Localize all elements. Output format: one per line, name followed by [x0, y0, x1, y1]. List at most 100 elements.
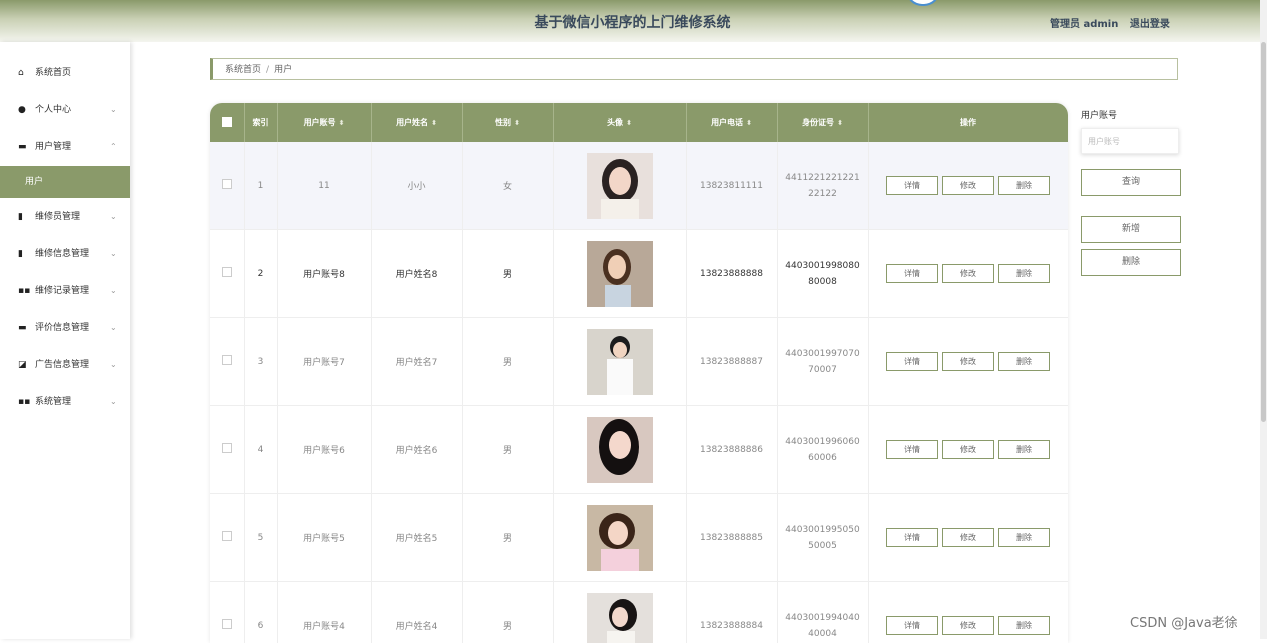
- col-phone[interactable]: 用户电话⬍: [686, 103, 777, 142]
- detail-button[interactable]: 详情: [886, 440, 938, 459]
- cell-actions: 详情修改删除: [868, 494, 1068, 582]
- sidebar-item-profile[interactable]: ● 个人中心 ⌄: [0, 99, 130, 121]
- cell-index: 5: [244, 494, 277, 582]
- edit-button[interactable]: 修改: [942, 440, 994, 459]
- delete-button[interactable]: 删除: [998, 264, 1050, 283]
- cell-phone: 13823811111: [686, 142, 777, 230]
- row-checkbox[interactable]: [210, 494, 244, 582]
- cell-name: 用户姓名4: [371, 582, 462, 643]
- cell-idcard: 440300199808080008: [777, 230, 868, 318]
- row-checkbox[interactable]: [210, 582, 244, 643]
- search-panel: 用户账号 用户账号 查询 新增 删除: [1081, 108, 1181, 154]
- batch-delete-button[interactable]: 删除: [1081, 249, 1181, 276]
- cell-name: 小小: [371, 142, 462, 230]
- edit-button[interactable]: 修改: [942, 616, 994, 635]
- cell-avatar: [553, 142, 686, 230]
- sidebar-item-user-mgmt[interactable]: ▬ 用户管理 ⌃: [0, 136, 130, 158]
- table-row: 5 用户账号5 用户姓名5 男 13823888885 440300199505…: [210, 494, 1068, 582]
- user-icon: ●: [18, 99, 26, 121]
- select-all-checkbox[interactable]: [210, 103, 244, 142]
- avatar: [587, 593, 653, 643]
- sidebar-item-review-mgmt[interactable]: ▬ 评价信息管理 ⌄: [0, 317, 130, 339]
- col-avatar[interactable]: 头像⬍: [553, 103, 686, 142]
- top-header: 基于微信小程序的上门维修系统 管理员 admin 退出登录: [0, 0, 1260, 42]
- watermark: CSDN @Java老徐: [1130, 612, 1238, 631]
- cell-index: 4: [244, 406, 277, 494]
- avatar: [587, 417, 653, 483]
- sort-icon: ⬍: [837, 119, 843, 127]
- row-checkbox[interactable]: [210, 406, 244, 494]
- breadcrumb-home[interactable]: 系统首页: [225, 65, 261, 75]
- query-button[interactable]: 查询: [1081, 169, 1181, 196]
- cell-gender: 男: [462, 230, 553, 318]
- clipboard-check-icon: ▮: [18, 243, 23, 265]
- cell-name: 用户姓名8: [371, 230, 462, 318]
- sidebar-item-repair-info-mgmt[interactable]: ▮ 维修信息管理 ⌄: [0, 243, 130, 265]
- sort-icon: ⬍: [339, 119, 345, 127]
- detail-button[interactable]: 详情: [886, 352, 938, 371]
- detail-button[interactable]: 详情: [886, 528, 938, 547]
- col-account[interactable]: 用户账号⬍: [277, 103, 371, 142]
- edit-button[interactable]: 修改: [942, 264, 994, 283]
- logout-link[interactable]: 退出登录: [1130, 19, 1170, 30]
- row-checkbox[interactable]: [210, 230, 244, 318]
- chevron-down-icon: ⌄: [110, 354, 117, 376]
- sidebar-item-repair-record-mgmt[interactable]: ▪▪ 维修记录管理 ⌄: [0, 280, 130, 302]
- cell-name: 用户姓名5: [371, 494, 462, 582]
- chevron-up-icon: ⌃: [110, 136, 117, 158]
- cell-gender: 男: [462, 406, 553, 494]
- chevron-down-icon: ⌄: [110, 391, 117, 413]
- chart-icon: ◪: [18, 354, 27, 376]
- row-checkbox[interactable]: [210, 142, 244, 230]
- cell-phone: 13823888887: [686, 318, 777, 406]
- cell-avatar: [553, 406, 686, 494]
- col-actions: 操作: [868, 103, 1068, 142]
- cell-actions: 详情修改删除: [868, 318, 1068, 406]
- admin-user-label: 管理员 admin: [1050, 19, 1118, 30]
- cell-gender: 男: [462, 494, 553, 582]
- detail-button[interactable]: 详情: [886, 616, 938, 635]
- cell-actions: 详情修改删除: [868, 582, 1068, 643]
- avatar: [587, 329, 653, 395]
- cell-index: 6: [244, 582, 277, 643]
- delete-button[interactable]: 删除: [998, 352, 1050, 371]
- col-idcard[interactable]: 身份证号⬍: [777, 103, 868, 142]
- sidebar-item-system-mgmt[interactable]: ▪▪ 系统管理 ⌄: [0, 391, 130, 413]
- chevron-down-icon: ⌄: [110, 99, 117, 121]
- sidebar-item-home[interactable]: ⌂ 系统首页: [0, 62, 130, 84]
- breadcrumb-current: 用户: [274, 65, 292, 75]
- avatar: [587, 241, 653, 307]
- sidebar-subitem-user[interactable]: 用户: [0, 166, 130, 198]
- detail-button[interactable]: 详情: [886, 264, 938, 283]
- col-name[interactable]: 用户姓名⬍: [371, 103, 462, 142]
- header-user-area: 管理员 admin 退出登录: [1050, 15, 1178, 30]
- table-row: 3 用户账号7 用户姓名7 男 13823888887 440300199707…: [210, 318, 1068, 406]
- cell-phone: 13823888884: [686, 582, 777, 643]
- sidebar-item-repairman-mgmt[interactable]: ▮ 维修员管理 ⌄: [0, 206, 130, 228]
- scrollbar-thumb[interactable]: [1261, 42, 1266, 422]
- delete-button[interactable]: 删除: [998, 440, 1050, 459]
- cell-avatar: [553, 318, 686, 406]
- add-button[interactable]: 新增: [1081, 216, 1181, 243]
- cell-idcard: 441122122122122122: [777, 142, 868, 230]
- col-gender[interactable]: 性别⬍: [462, 103, 553, 142]
- delete-button[interactable]: 删除: [998, 616, 1050, 635]
- chevron-down-icon: ⌄: [110, 317, 117, 339]
- avatar: [587, 153, 653, 219]
- delete-button[interactable]: 删除: [998, 528, 1050, 547]
- cell-gender: 男: [462, 318, 553, 406]
- search-input[interactable]: 用户账号: [1081, 128, 1179, 154]
- sidebar-item-ad-mgmt[interactable]: ◪ 广告信息管理 ⌄: [0, 354, 130, 376]
- cell-gender: 女: [462, 142, 553, 230]
- breadcrumb: 系统首页/用户: [210, 58, 1178, 80]
- chevron-down-icon: ⌄: [110, 280, 117, 302]
- detail-button[interactable]: 详情: [886, 176, 938, 195]
- edit-button[interactable]: 修改: [942, 528, 994, 547]
- table-row: 1 11 小小 女 13823811111 441122122122122122…: [210, 142, 1068, 230]
- row-checkbox[interactable]: [210, 318, 244, 406]
- cell-account: 用户账号8: [277, 230, 371, 318]
- edit-button[interactable]: 修改: [942, 176, 994, 195]
- cell-avatar: [553, 494, 686, 582]
- delete-button[interactable]: 删除: [998, 176, 1050, 195]
- edit-button[interactable]: 修改: [942, 352, 994, 371]
